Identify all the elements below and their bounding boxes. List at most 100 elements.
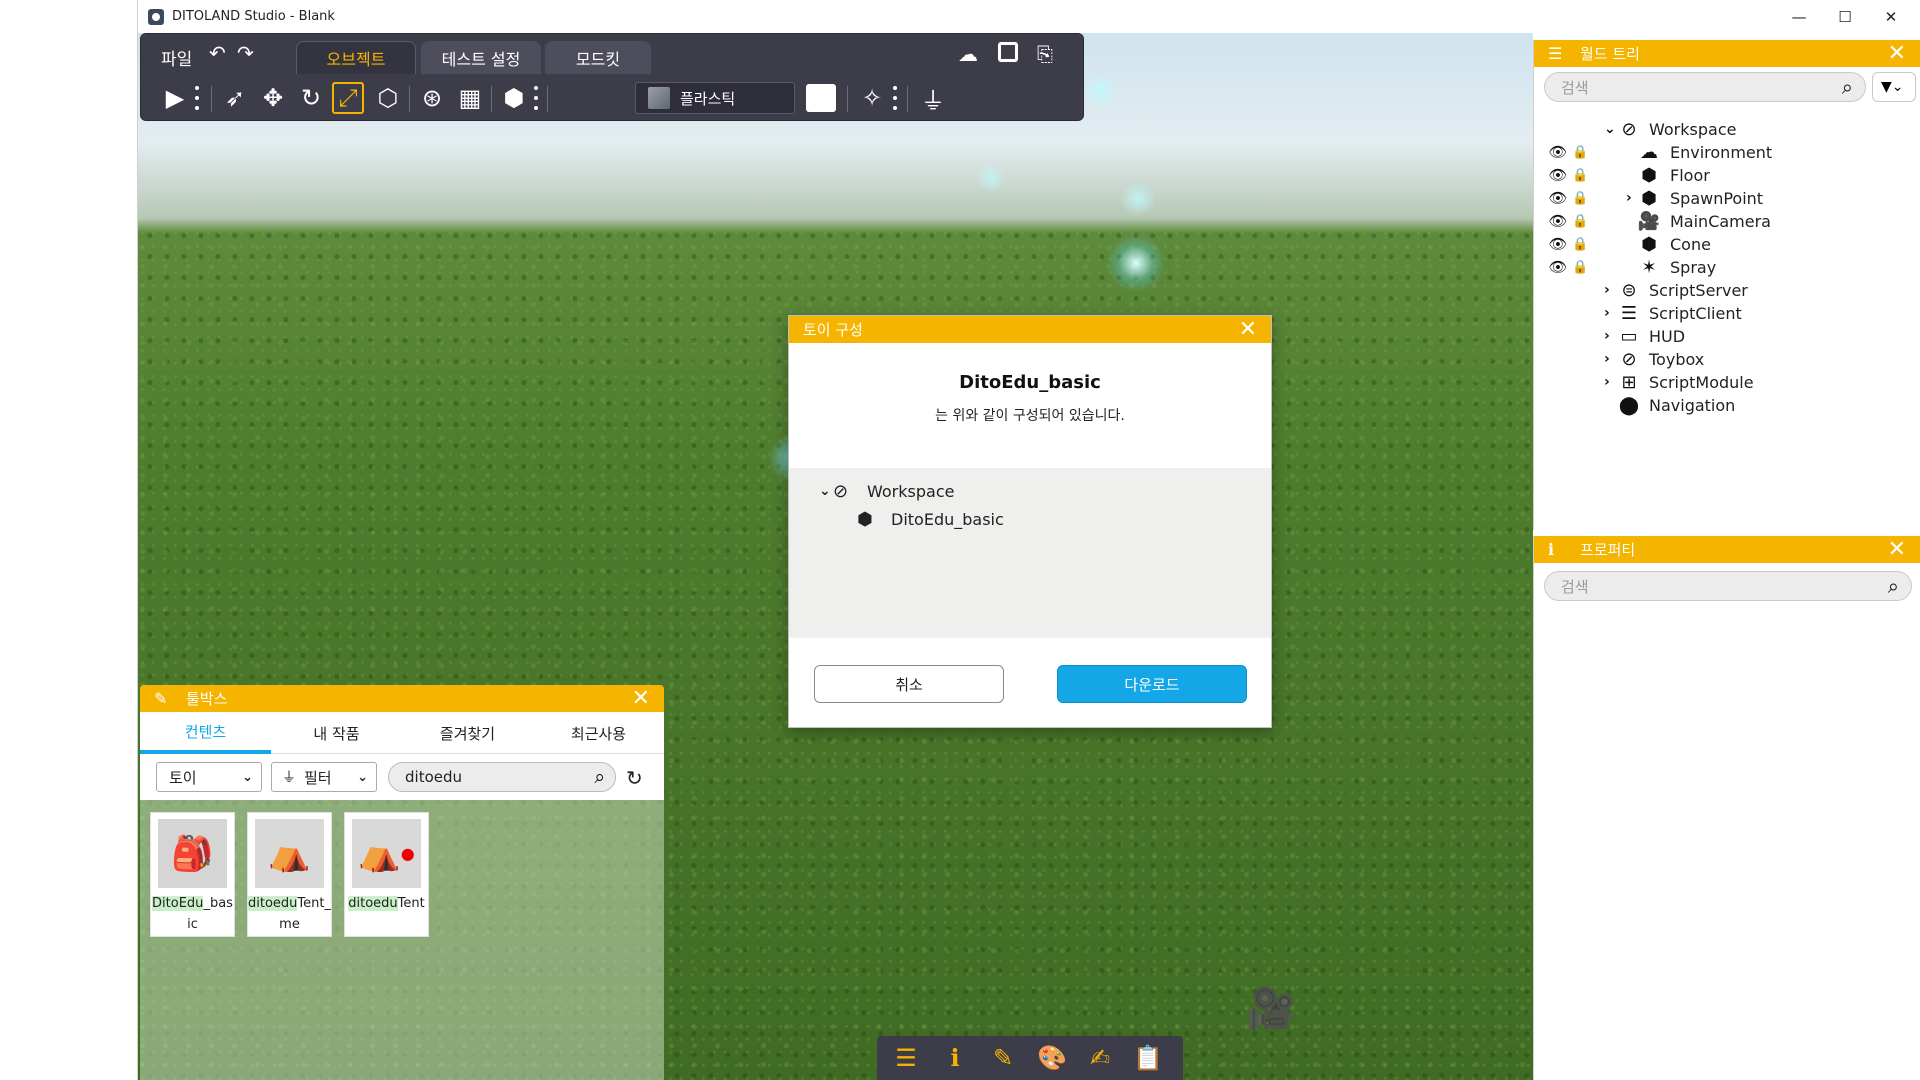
lock-icon[interactable]: 🔒: [1572, 237, 1588, 252]
eye-icon[interactable]: 👁: [1548, 235, 1568, 253]
tree-item-label: Navigation: [1649, 395, 1736, 415]
select-tool-icon[interactable]: ➶: [219, 82, 251, 114]
notes-icon[interactable]: 📋: [1133, 1044, 1163, 1072]
world-tree-search[interactable]: 검색 ⌕: [1544, 72, 1866, 102]
refresh-icon[interactable]: ↻: [626, 766, 643, 790]
toy-card[interactable]: ⛺ ditoeduTent_me: [247, 812, 332, 937]
cancel-button[interactable]: 취소: [814, 665, 1004, 703]
download-button[interactable]: 다운로드: [1057, 665, 1247, 703]
eye-icon[interactable]: 👁: [1548, 189, 1568, 207]
redo-icon[interactable]: ↷: [237, 41, 254, 65]
scene-camera-icon[interactable]: 🎥: [1246, 985, 1298, 1032]
search-icon[interactable]: ⌕: [1888, 574, 1899, 598]
collapse-arrow-icon[interactable]: ›: [1604, 374, 1616, 390]
collapse-arrow-icon[interactable]: ›: [1604, 305, 1616, 321]
file-menu[interactable]: 파일: [161, 45, 192, 70]
move-tool-icon[interactable]: ✥: [257, 82, 289, 114]
tree-filter-button[interactable]: ▼⌄: [1872, 72, 1916, 102]
tab-contents[interactable]: 컨텐츠: [140, 712, 271, 754]
wrench-icon: ✎: [154, 689, 168, 708]
tree-item-navigation[interactable]: ⬤ Navigation: [1534, 392, 1920, 418]
toolbox-header: ✎ 툴박스 ✕: [140, 685, 664, 712]
rotate-tool-icon[interactable]: ↻: [295, 82, 327, 114]
navigation-icon: ⬤: [1618, 394, 1640, 416]
close-icon[interactable]: ✕: [1888, 537, 1906, 562]
upload-icon[interactable]: ☁: [958, 42, 978, 66]
tab-favorites[interactable]: 즐겨찾기: [402, 712, 533, 754]
tree-item-label: HUD: [1649, 326, 1686, 346]
toolbox-toggle-icon[interactable]: ✎: [988, 1044, 1018, 1072]
close-icon[interactable]: ✕: [1239, 317, 1257, 342]
effects-options-icon[interactable]: [893, 86, 897, 110]
edit-icon[interactable]: ✍: [1085, 1044, 1115, 1072]
collapse-arrow-icon[interactable]: ›: [1604, 282, 1616, 298]
lock-icon[interactable]: 🔒: [1572, 168, 1588, 183]
new-file-icon[interactable]: ⎘: [1037, 42, 1053, 66]
search-value: ditoedu: [405, 768, 463, 786]
world-tree-toggle-icon[interactable]: ☰: [891, 1044, 921, 1072]
tab-recent[interactable]: 최근사용: [533, 712, 664, 754]
material-dropdown[interactable]: 플라스틱: [635, 82, 795, 114]
lock-icon[interactable]: 🔒: [1572, 214, 1588, 229]
toolbox-search-input[interactable]: ditoedu ⌕: [388, 762, 616, 792]
transform-tool-icon[interactable]: ⬡: [372, 82, 404, 114]
lock-icon[interactable]: 🔒: [1572, 145, 1588, 160]
part-icon[interactable]: ⬢: [498, 82, 530, 114]
collapse-arrow-icon[interactable]: ›: [1604, 328, 1616, 344]
separator: [409, 86, 410, 112]
close-window-button[interactable]: ✕: [1868, 0, 1914, 33]
tree-item-label: ScriptServer: [1649, 280, 1748, 300]
script-server-icon: ⊜: [1621, 279, 1637, 301]
toy-card[interactable]: ⛺ ● ditoeduTent: [344, 812, 429, 937]
scale-tool-icon[interactable]: ⤢: [332, 82, 364, 114]
eye-icon[interactable]: 👁: [1548, 143, 1568, 161]
expand-arrow-icon: ⌄: [819, 483, 831, 499]
collapse-arrow-icon[interactable]: ›: [1604, 351, 1616, 367]
maximize-button[interactable]: ☐: [1822, 0, 1868, 33]
eye-icon[interactable]: 👁: [1548, 258, 1568, 276]
play-icon[interactable]: ▶: [159, 82, 191, 114]
tree-item-label: ScriptClient: [1649, 303, 1742, 323]
light-orb: [1106, 233, 1166, 293]
title-bar: DITOLAND Studio - Blank — ☐ ✕: [138, 0, 1920, 33]
tab-my-works[interactable]: 내 작품: [271, 712, 402, 754]
eye-icon[interactable]: 👁: [1548, 212, 1568, 230]
terrain-icon[interactable]: ⊛: [416, 82, 448, 114]
effects-icon[interactable]: ✧: [856, 82, 888, 114]
close-icon[interactable]: ✕: [632, 686, 650, 711]
undo-icon[interactable]: ↶: [209, 41, 226, 65]
expand-arrow-icon[interactable]: ⌄: [1604, 121, 1616, 137]
lock-icon[interactable]: 🔒: [1572, 191, 1588, 206]
tab-object[interactable]: 오브젝트: [296, 41, 416, 74]
tree-item-label: Floor: [1670, 165, 1710, 185]
search-icon[interactable]: ⌕: [1842, 75, 1853, 99]
tree-item-label: Workspace: [1649, 119, 1737, 139]
tree-item-label: Spray: [1670, 257, 1717, 277]
part-options-icon[interactable]: [534, 86, 538, 110]
search-icon[interactable]: ⌕: [594, 766, 605, 788]
toy-card[interactable]: 🎒 DitoEdu_basic: [150, 812, 235, 937]
main-toolbar: 파일 ↶ ↷ 오브젝트 테스트 설정 모드킷 ☁ ⎘ ▶ ➶ ✥ ↻ ⤢ ⬡ ⊛…: [140, 33, 1084, 121]
environment-icon: ☁: [1640, 141, 1658, 163]
eye-icon[interactable]: 👁: [1548, 166, 1568, 184]
grid-icon[interactable]: ▦: [454, 82, 486, 114]
visibility-filter-icon[interactable]: ⏚: [917, 82, 949, 115]
tab-modkit[interactable]: 모드킷: [545, 41, 651, 74]
app-logo-icon: [148, 8, 164, 25]
properties-search[interactable]: 검색 ⌕: [1544, 571, 1912, 601]
collapse-arrow-icon[interactable]: ›: [1626, 190, 1638, 206]
minimize-button[interactable]: —: [1776, 0, 1822, 33]
tent-thumbnail: ⛺: [255, 819, 324, 888]
play-options-icon[interactable]: [195, 86, 199, 110]
lock-icon[interactable]: 🔒: [1572, 260, 1588, 275]
color-picker[interactable]: [806, 84, 836, 112]
separator: [211, 86, 212, 112]
category-dropdown[interactable]: 토이 ⌄: [156, 762, 262, 792]
tab-test-settings[interactable]: 테스트 설정: [421, 41, 541, 74]
save-icon[interactable]: [998, 42, 1018, 62]
separator: [847, 86, 848, 112]
filter-dropdown[interactable]: ⏚ 필터 ⌄: [271, 762, 377, 792]
close-icon[interactable]: ✕: [1888, 41, 1906, 66]
palette-icon[interactable]: 🎨: [1037, 1044, 1067, 1072]
properties-toggle-icon[interactable]: ℹ: [940, 1044, 970, 1072]
